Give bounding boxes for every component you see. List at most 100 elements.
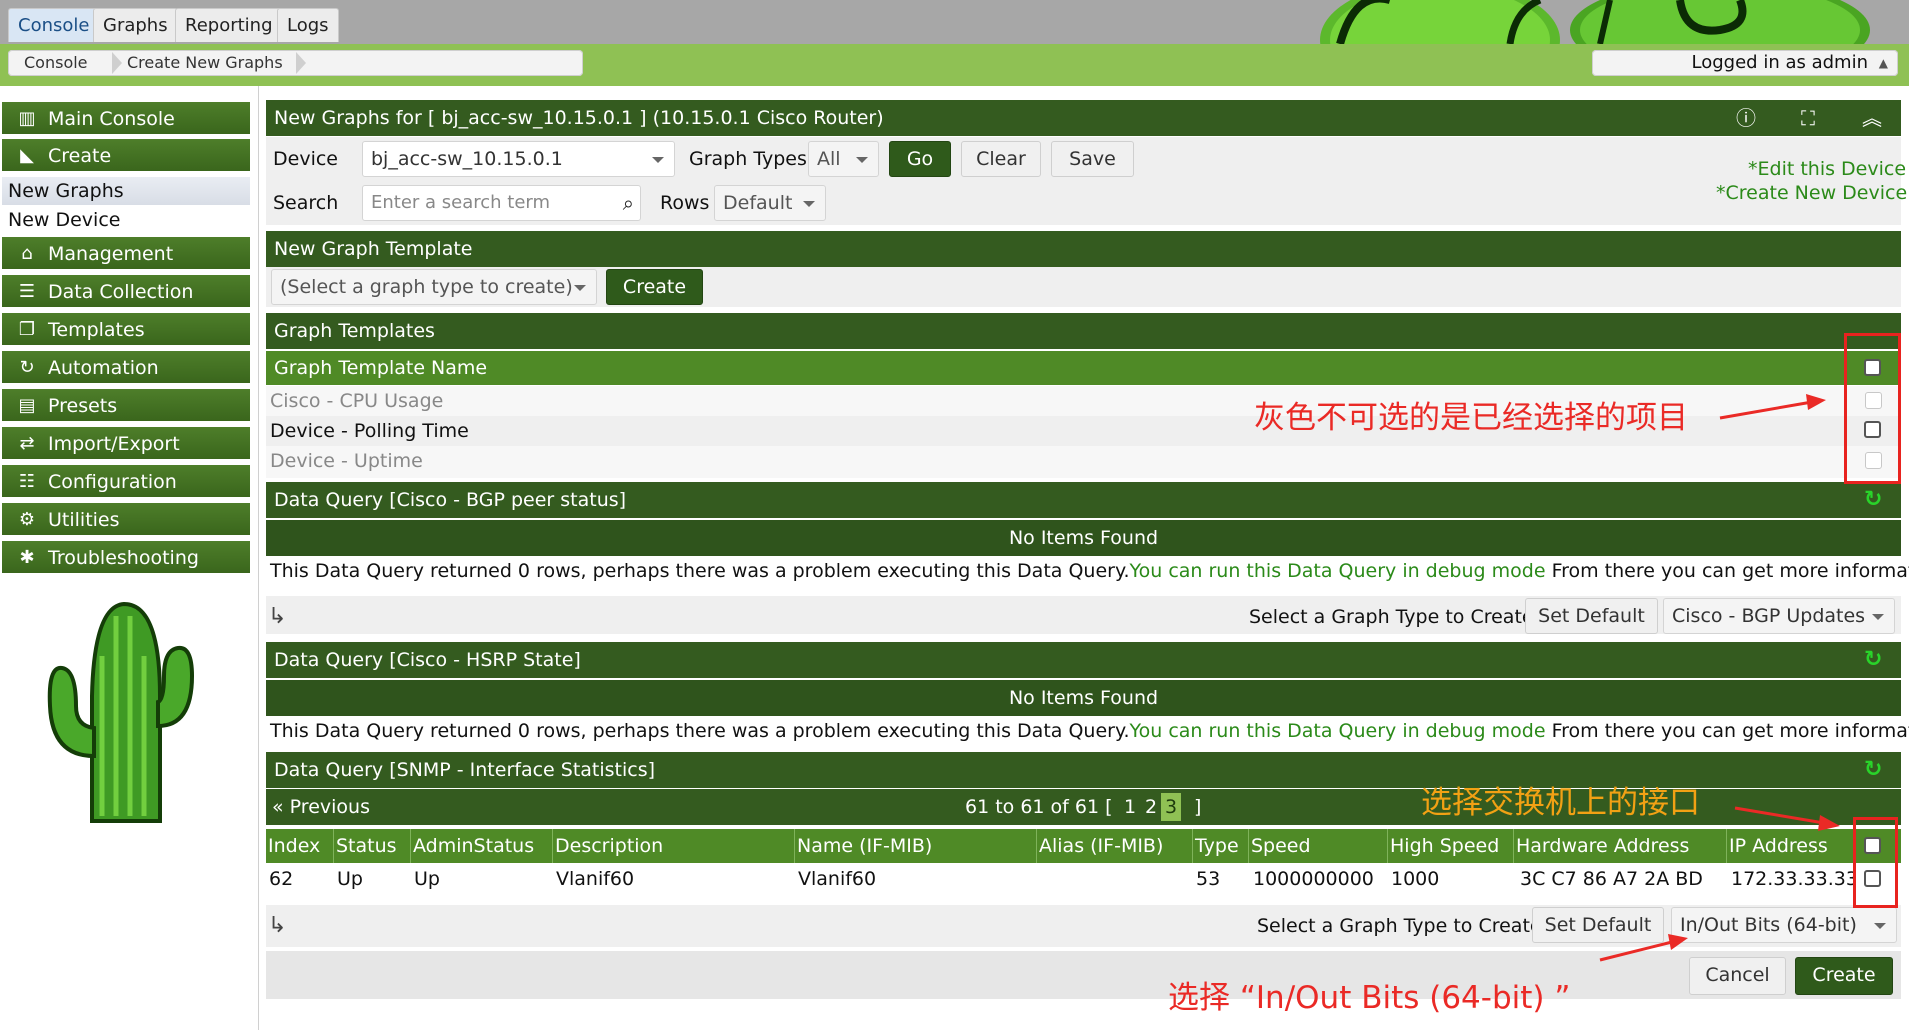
sidebar-item-utilities[interactable]: ⚙ Utilities (2, 503, 250, 537)
go-button[interactable]: Go (889, 141, 951, 177)
refresh-icon[interactable]: ↻ (1864, 642, 1882, 678)
device-select[interactable]: bj_acc-sw_10.15.0.1 (362, 141, 675, 177)
page-link-2[interactable]: 2 (1145, 789, 1157, 825)
column-name[interactable]: Name (IF-MIB) (794, 829, 932, 863)
dq-bgp-message: This Data Query returned 0 rows, perhaps… (270, 560, 1909, 582)
sidebar-item-import-export[interactable]: ⇄ Import/Export (2, 427, 250, 461)
snmp-graph-type-select[interactable]: In/Out Bits (64-bit) (1671, 907, 1897, 943)
fullscreen-icon[interactable]: ⛶ (1801, 100, 1815, 136)
sidebar-item-main-console[interactable]: ▥ Main Console (2, 102, 250, 136)
column-type[interactable]: Type (1192, 829, 1239, 863)
tab-graphs[interactable]: Graphs (93, 8, 178, 42)
breadcrumb-separator (112, 52, 122, 74)
cell-description: Vlanif60 (556, 868, 635, 890)
copy-icon: ❐ (18, 319, 36, 340)
page-link-3-current[interactable]: 3 (1161, 793, 1182, 821)
page-title-bar: New Graphs for [ bj_acc-sw_10.15.0.1 ] (… (266, 100, 1901, 136)
dq-bgp-empty-bar: No Items Found (266, 520, 1901, 556)
tab-reporting[interactable]: Reporting (175, 8, 283, 42)
bgp-graph-type-select[interactable]: Cisco - BGP Updates (1663, 598, 1895, 634)
new-template-header: New Graph Template (266, 231, 1901, 267)
set-default-button[interactable]: Set Default (1532, 907, 1664, 943)
tab-logs[interactable]: Logs (277, 8, 339, 42)
page-range-end: ] (1194, 796, 1202, 818)
sidebar-item-label: Data Collection (48, 281, 194, 303)
sidebar-item-automation[interactable]: ↻ Automation (2, 351, 250, 385)
sidebar-item-new-device[interactable]: New Device (8, 206, 248, 234)
rows-value: Default (723, 192, 793, 214)
create-device-link[interactable]: *Create New Device (1716, 182, 1907, 204)
debug-mode-link[interactable]: You can run this Data Query in debug mod… (1130, 560, 1546, 582)
collapse-icon[interactable]: ︽ (1862, 100, 1882, 136)
table-row (266, 446, 1901, 478)
double-chevron-left-icon: « (272, 796, 284, 818)
sidebar-item-management[interactable]: ⌂ Management (2, 237, 250, 271)
chevron-down-icon (574, 285, 586, 291)
message-text-end: From there you can get more information. (1551, 560, 1909, 582)
sidebar-item-templates[interactable]: ❐ Templates (2, 313, 250, 347)
refresh-icon[interactable]: ↻ (1864, 482, 1882, 518)
user-status[interactable]: Logged in as admin ▲ (1592, 50, 1898, 76)
column-ip-address[interactable]: IP Address (1726, 829, 1828, 863)
graph-types-select[interactable]: All (808, 141, 879, 177)
chevron-down-icon (1874, 923, 1886, 929)
dq-hsrp-empty-bar: No Items Found (266, 680, 1901, 716)
save-button[interactable]: Save (1051, 141, 1134, 177)
cactus-banner-image (1300, 0, 1880, 44)
annotation-interface-note: 选择交换机上的接口 (1421, 785, 1700, 821)
create-graphs-button[interactable]: Create (1795, 957, 1893, 995)
template-name: Device - Uptime (270, 450, 423, 472)
cactus-logo (42, 596, 202, 826)
set-default-button[interactable]: Set Default (1525, 598, 1658, 634)
home-icon: ⌂ (21, 243, 33, 264)
device-select-value: bj_acc-sw_10.15.0.1 (371, 148, 563, 170)
cell-high-speed: 1000 (1391, 868, 1440, 890)
annotation-grey-note: 灰色不可选的是已经选择的项目 (1254, 400, 1688, 436)
column-speed[interactable]: Speed (1248, 829, 1311, 863)
exchange-icon: ⇄ (19, 433, 35, 454)
sidebar-item-troubleshooting[interactable]: ✱ Troubleshooting (2, 541, 250, 575)
chevron-down-icon (652, 157, 664, 163)
clear-button[interactable]: Clear (961, 141, 1041, 177)
cogs-icon: ⚙ (18, 509, 36, 530)
previous-page-link[interactable]: « Previous (272, 789, 370, 825)
breadcrumb-console[interactable]: Console (24, 50, 88, 76)
sidebar-item-configuration[interactable]: ☷ Configuration (2, 465, 250, 499)
help-icon[interactable]: ⓘ (1736, 100, 1756, 136)
tab-console[interactable]: Console (8, 8, 100, 42)
graph-type-select[interactable]: (Select a graph type to create) (271, 269, 597, 305)
sidebar-item-presets[interactable]: ▤ Presets (2, 389, 250, 423)
cell-admin-status: Up (414, 868, 440, 890)
column-status[interactable]: Status (333, 829, 397, 863)
search-icon: ⌕ (622, 191, 634, 215)
column-high-speed[interactable]: High Speed (1387, 829, 1499, 863)
form-footer (266, 951, 1901, 999)
message-text: This Data Query returned 0 rows, perhaps… (270, 720, 1130, 742)
column-index[interactable]: Index (266, 829, 320, 863)
chevron-down-icon (803, 201, 815, 207)
refresh-icon: ↻ (19, 357, 35, 378)
user-status-label: Logged in as admin (1691, 52, 1868, 73)
edit-device-link[interactable]: *Edit this Device (1748, 158, 1906, 180)
search-input[interactable]: Enter a search term ⌕ (362, 185, 641, 221)
column-hardware-address[interactable]: Hardware Address (1513, 829, 1689, 863)
chevron-down-icon (1872, 614, 1884, 620)
empty-message: No Items Found (1008, 687, 1159, 709)
cell-index: 62 (269, 868, 294, 890)
cancel-button[interactable]: Cancel (1689, 957, 1786, 995)
page-range: 61 to 61 of 61 [ (965, 796, 1113, 818)
snmp-graph-type-value: In/Out Bits (64-bit) (1680, 914, 1857, 936)
sidebar-item-create[interactable]: ◣ Create (2, 139, 250, 173)
column-alias[interactable]: Alias (IF-MIB) (1036, 829, 1163, 863)
debug-mode-link[interactable]: You can run this Data Query in debug mod… (1130, 720, 1546, 742)
column-description[interactable]: Description (552, 829, 663, 863)
sidebar-item-data-collection[interactable]: ☰ Data Collection (2, 275, 250, 309)
breadcrumb-create-new-graphs[interactable]: Create New Graphs (127, 50, 283, 76)
page-link-1[interactable]: 1 (1124, 789, 1136, 825)
sidebar-item-new-graphs[interactable]: New Graphs (2, 177, 250, 205)
column-admin-status[interactable]: AdminStatus (410, 829, 534, 863)
create-template-button[interactable]: Create (606, 269, 703, 305)
message-text-end: From there you can get more information. (1551, 720, 1909, 742)
rows-select[interactable]: Default (714, 185, 826, 221)
refresh-icon[interactable]: ↻ (1864, 752, 1882, 788)
